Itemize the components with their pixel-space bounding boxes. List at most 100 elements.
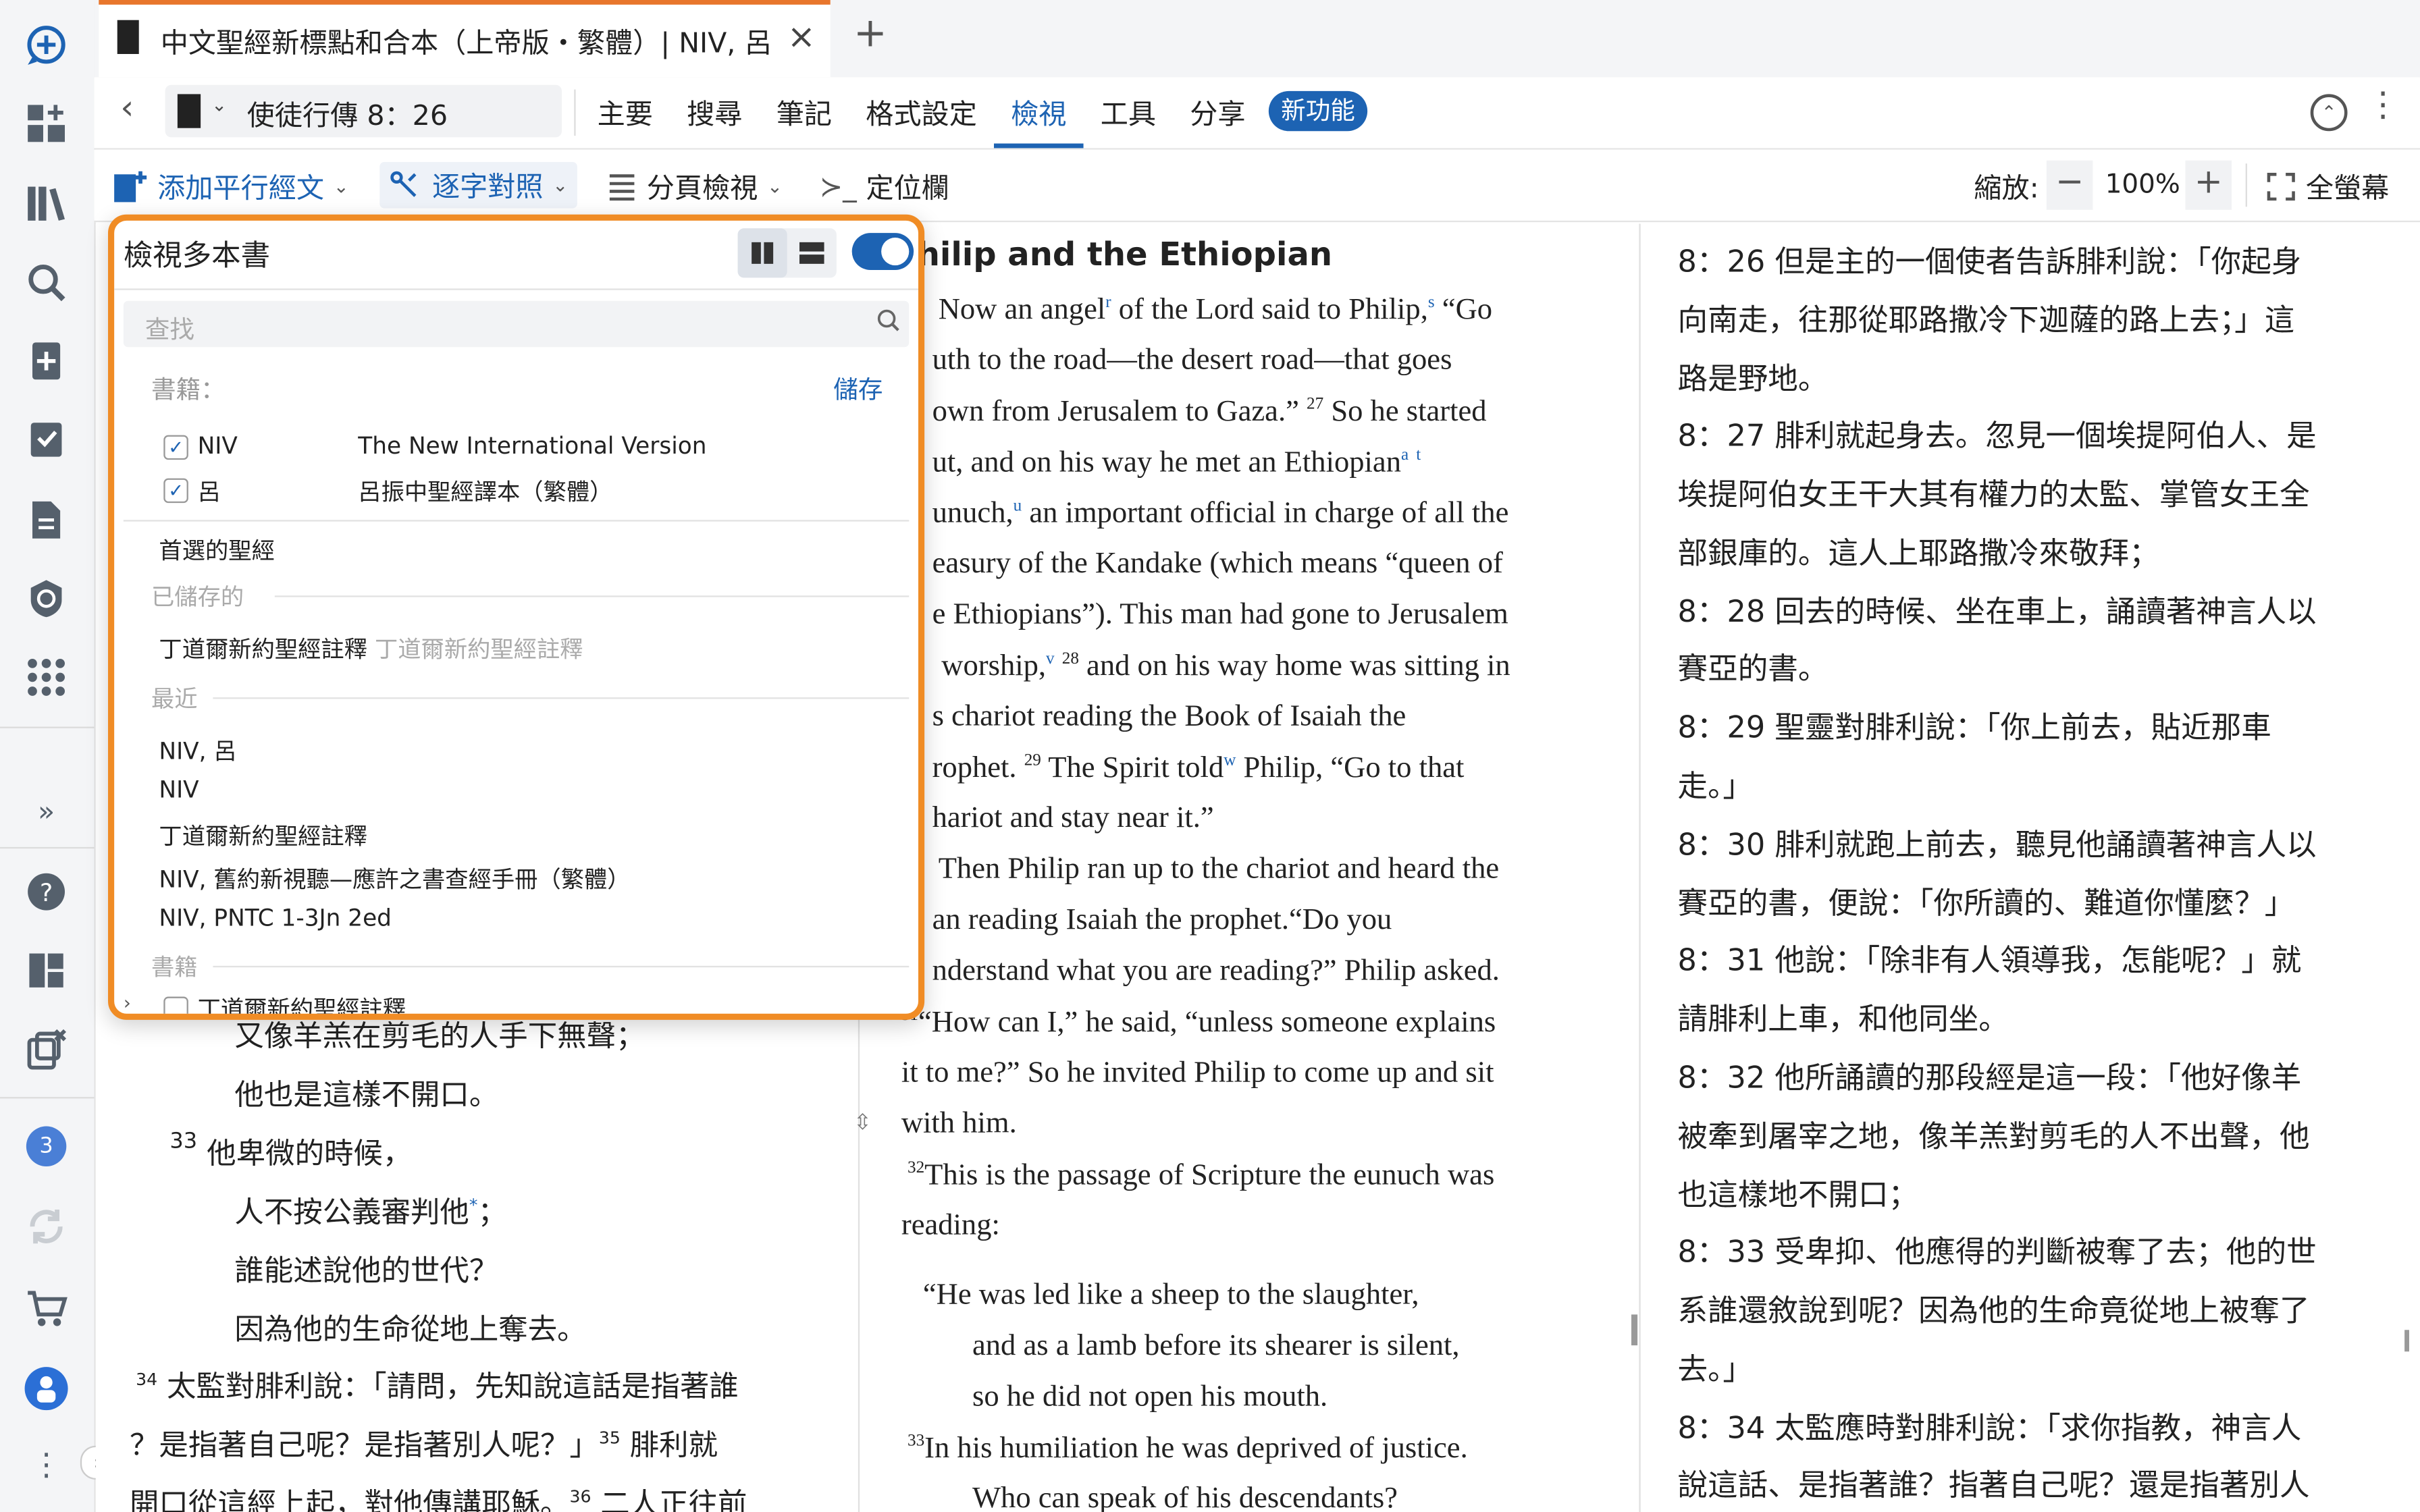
expand-arrow-icon[interactable]: › xyxy=(124,992,131,1014)
checklist-icon[interactable] xyxy=(22,415,71,464)
logos-search-icon[interactable] xyxy=(22,22,71,71)
books-label: 書籍： xyxy=(151,375,226,404)
text-line: Now an angelr of the Lord said to Philip… xyxy=(938,293,1493,327)
menu-tools[interactable]: 工具 xyxy=(1101,92,1156,132)
text-line: 8：34 太監應時對腓利說：「求你指教，神言人 xyxy=(1677,1410,2302,1446)
close-panels-icon[interactable] xyxy=(22,1025,71,1074)
saved-item[interactable]: 丁道爾新約聖經註釋 丁道爾新約聖經註釋 xyxy=(159,632,583,665)
page-view-label: 分頁檢視 xyxy=(646,172,758,205)
recent-item[interactable]: NIV, 舊約新視聽—應許之書查經手冊（繁體） xyxy=(159,863,630,895)
cart-icon[interactable] xyxy=(22,1284,71,1333)
sync-icon[interactable] xyxy=(22,1202,71,1251)
text-line: 也這樣地不開口； xyxy=(1677,1177,1919,1213)
save-button[interactable]: 儲存 xyxy=(833,369,883,406)
notification-badge[interactable]: 3 xyxy=(22,1122,71,1171)
book-abbr: NIV xyxy=(197,431,238,460)
text-line: “He was led like a sheep to the slaughte… xyxy=(922,1278,1419,1312)
text-line: 8：30 腓利就跑上前去，聽見他誦讀著神言人以 xyxy=(1677,827,2317,863)
add-tab-icon[interactable]: + xyxy=(853,11,887,57)
tab-active[interactable]: 中文聖經新標點和合本（上帝版・繁體）| NIV, 呂 × xyxy=(99,0,831,78)
layout-icon[interactable] xyxy=(22,946,71,995)
close-tab-icon[interactable]: × xyxy=(787,18,816,57)
ban-icon[interactable] xyxy=(22,574,71,623)
recent-item[interactable]: 丁道爾新約聖經註釋 xyxy=(159,819,367,852)
dashboard-icon[interactable] xyxy=(22,99,71,148)
splitter-handle-icon[interactable]: ⇳ xyxy=(853,1111,872,1136)
more-icon[interactable]: ⋮ xyxy=(22,1440,71,1489)
text-line: hariot and stay near it.” xyxy=(932,802,1214,835)
reference-input[interactable]: 使徒行傳 8：26 xyxy=(247,94,448,134)
search-icon[interactable] xyxy=(22,258,71,307)
zoom-out-button[interactable]: − xyxy=(2046,160,2093,210)
text-line: 賽亞的書，便說：「你所讀的、難道你懂麼？」 xyxy=(1677,885,2295,921)
active-menu-indicator xyxy=(993,143,1084,148)
search-input[interactable]: 查找 xyxy=(123,300,910,348)
text-line: 路是野地。 xyxy=(1677,360,1829,397)
columns-icon xyxy=(752,242,774,264)
more-options-icon[interactable]: ⋮ xyxy=(2366,86,2400,125)
interlinear-button[interactable]: 逐字對照 ⌄ xyxy=(379,161,577,209)
text-line: own from Jerusalem to Gaza.” 27 So he st… xyxy=(932,395,1487,429)
text-line: 去。」 xyxy=(1677,1351,1754,1387)
add-parallel-button[interactable]: 添加平行經文 ⌄ xyxy=(111,167,349,207)
library-icon[interactable] xyxy=(22,179,71,228)
text-line: and as a lamb before its shearer is sile… xyxy=(972,1330,1460,1363)
section-heading: hilip and the Ethiopian xyxy=(916,236,1333,273)
reference-box[interactable]: ⌄ 使徒行傳 8：26 xyxy=(165,84,562,138)
menu-notes[interactable]: 筆記 xyxy=(777,92,832,132)
text-line: 33In his humiliation he was deprived of … xyxy=(907,1432,1468,1465)
checkbox-niv[interactable]: ✓ xyxy=(163,435,188,460)
recent-item[interactable]: NIV xyxy=(159,776,199,804)
menu-view[interactable]: 檢視 xyxy=(1011,92,1066,132)
fullscreen-icon xyxy=(2267,172,2295,201)
footnote-marker[interactable]: * xyxy=(469,1195,478,1216)
text-line: an reading Isaiah the prophet.“Do you xyxy=(932,904,1392,937)
menu-home[interactable]: 主要 xyxy=(598,92,653,132)
text-line: nderstand what you are reading?” Philip … xyxy=(932,954,1500,988)
search-placeholder: 查找 xyxy=(144,315,195,344)
menu-search[interactable]: 搜尋 xyxy=(687,92,742,132)
expand-icon[interactable]: » xyxy=(22,787,71,836)
menu-share[interactable]: 分享 xyxy=(1190,92,1245,132)
scrollbar-thumb[interactable] xyxy=(2404,1330,2409,1352)
enable-toggle[interactable] xyxy=(851,233,914,270)
fullscreen-button[interactable]: 全螢幕 xyxy=(2265,167,2389,207)
add-parallel-icon xyxy=(114,171,147,202)
checkbox-lu[interactable]: ✓ xyxy=(163,478,188,504)
help-icon[interactable]: ? xyxy=(22,867,71,917)
text-line: with him. xyxy=(901,1108,1017,1141)
recent-item[interactable]: NIV, PNTC 1-3Jn 2ed xyxy=(159,904,392,932)
text-line: 他也是這樣不開口。 xyxy=(234,1078,499,1112)
checkbox-book[interactable] xyxy=(163,996,188,1014)
page-view-icon xyxy=(609,174,635,201)
book-item[interactable]: 丁道爾新約聖經註釋 xyxy=(198,992,406,1013)
rows-layout-button[interactable] xyxy=(787,228,837,277)
splitter-handle[interactable] xyxy=(1631,1314,1638,1346)
zoom-in-button[interactable]: + xyxy=(2185,160,2232,210)
text-line: rophet. 29 The Spirit toldw Philip, “Go … xyxy=(932,751,1465,785)
interlinear-label: 逐字對照 xyxy=(431,171,544,204)
recent-item[interactable]: NIV, 呂 xyxy=(159,734,236,767)
zoom-value: 100% xyxy=(2105,169,2180,201)
text-line: 8：32 他所誦讀的那段經是這一段：「他好像羊 xyxy=(1677,1060,2302,1096)
collapse-up-icon[interactable]: ⌃ xyxy=(2310,94,2348,132)
rows-icon xyxy=(799,242,824,264)
apps-grid-icon[interactable] xyxy=(22,653,71,702)
document-icon[interactable] xyxy=(22,495,71,545)
locator-button[interactable]: ≻_ 定位欄 xyxy=(820,167,949,207)
back-icon[interactable]: ‹ xyxy=(120,90,134,128)
pane-divider[interactable] xyxy=(1639,223,1641,1512)
text-line: reading: xyxy=(901,1209,1000,1242)
preferred-bibles-item[interactable]: 首選的聖經 xyxy=(159,534,274,566)
add-note-icon[interactable] xyxy=(22,336,71,385)
text-line: 埃提阿伯女王干大其有權力的太監、掌管女王全 xyxy=(1677,477,2310,512)
new-features-badge[interactable]: 新功能 xyxy=(1268,90,1368,132)
menu-format[interactable]: 格式設定 xyxy=(866,92,977,132)
pane-right: 8：26 但是主的一個使者告訴腓利說：「你起身 向南走，往那從耶路撒冷下迦薩的路… xyxy=(1648,223,2405,1512)
fullscreen-label: 全螢幕 xyxy=(2305,172,2390,205)
user-icon[interactable] xyxy=(22,1364,71,1413)
chevron-down-icon[interactable]: ⌄ xyxy=(211,94,227,115)
columns-layout-button[interactable] xyxy=(737,228,787,278)
saved-header: 已儲存的 xyxy=(151,583,244,612)
page-view-button[interactable]: 分頁檢視 ⌄ xyxy=(606,167,783,207)
